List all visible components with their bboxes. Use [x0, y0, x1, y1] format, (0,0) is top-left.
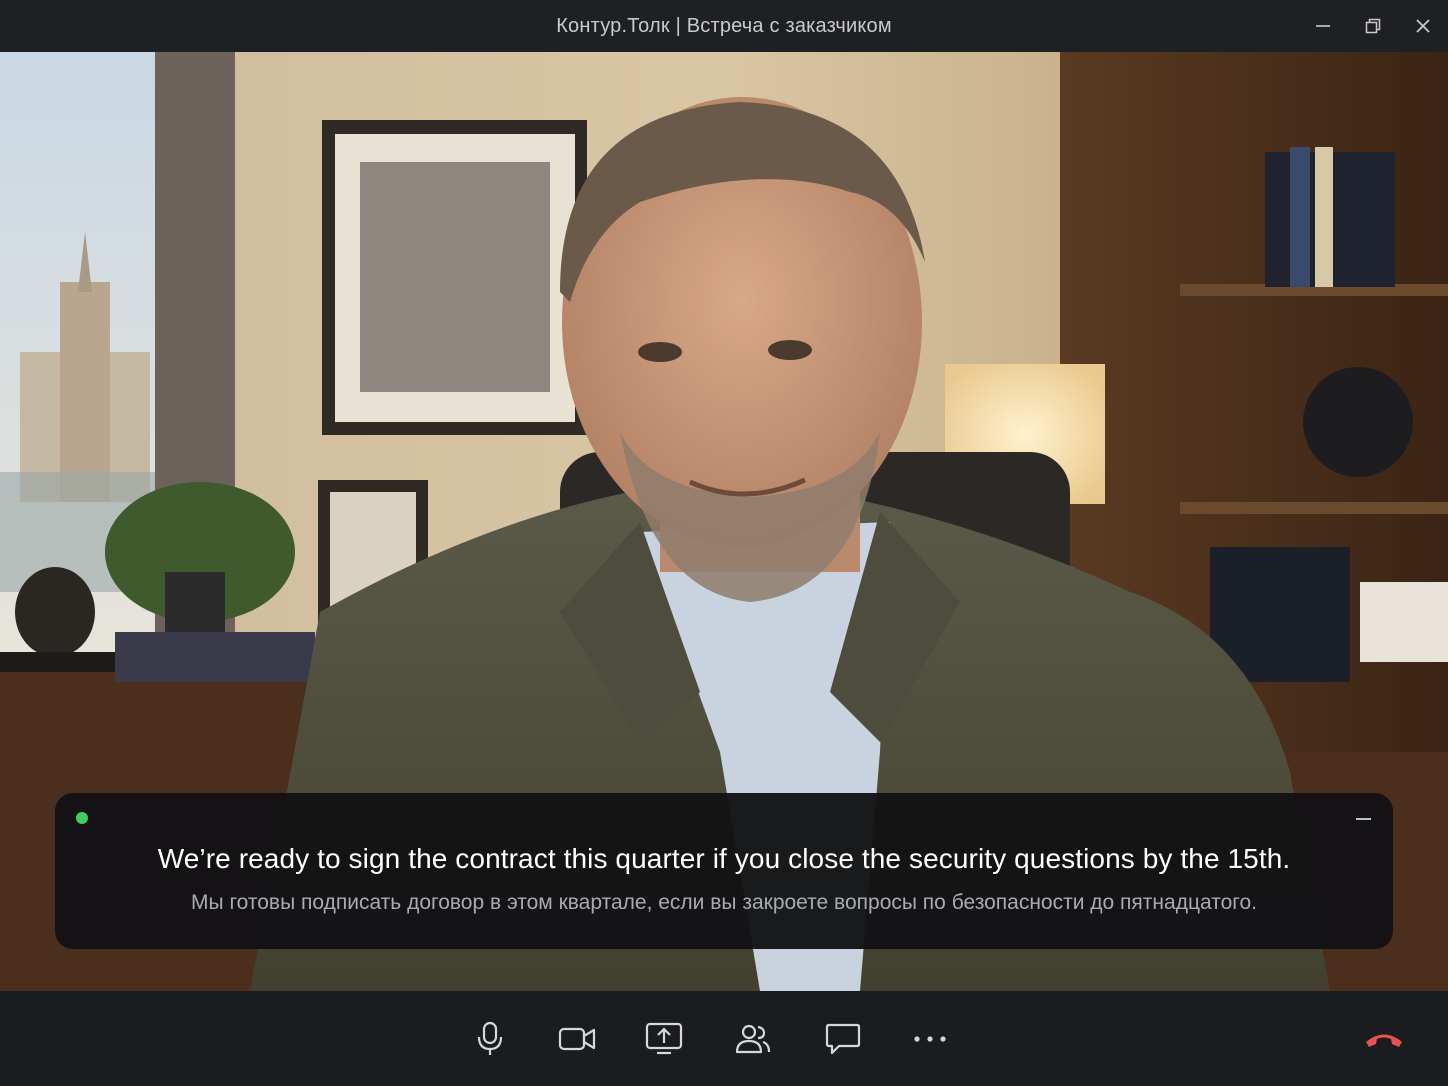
call-toolbar	[0, 991, 1448, 1086]
more-icon	[914, 1036, 946, 1042]
microphone-button[interactable]	[464, 1013, 516, 1065]
chat-button[interactable]	[817, 1013, 869, 1065]
close-icon	[1416, 19, 1430, 33]
title-bar: Контур.Толк | Встреча с заказчиком	[0, 0, 1448, 52]
caption-translated-text: Мы готовы подписать договор в этом кварт…	[191, 891, 1257, 914]
window-controls	[1298, 0, 1448, 52]
minimize-button[interactable]	[1298, 0, 1348, 52]
minimize-icon	[1355, 818, 1371, 820]
end-call-button[interactable]	[1358, 1013, 1410, 1065]
share-screen-button[interactable]	[638, 1013, 690, 1065]
more-button[interactable]	[904, 1013, 956, 1065]
restore-icon	[1365, 18, 1381, 34]
minimize-icon	[1316, 25, 1330, 27]
window-title: Контур.Толк | Встреча с заказчиком	[556, 14, 892, 37]
participants-icon	[735, 1024, 771, 1054]
live-caption-panel: We’re ready to sign the contract this qu…	[55, 793, 1393, 949]
restore-button[interactable]	[1348, 0, 1398, 52]
caption-minimize-button[interactable]	[1351, 807, 1375, 831]
chat-icon	[825, 1023, 861, 1055]
camera-button[interactable]	[551, 1013, 603, 1065]
share-screen-icon	[645, 1022, 683, 1055]
hang-up-icon	[1366, 1034, 1402, 1047]
live-indicator	[76, 812, 88, 824]
microphone-icon	[477, 1021, 503, 1055]
camera-icon	[558, 1027, 596, 1051]
caption-original-text: We’re ready to sign the contract this qu…	[157, 843, 1291, 874]
close-button[interactable]	[1398, 0, 1448, 52]
participants-button[interactable]	[727, 1013, 779, 1065]
